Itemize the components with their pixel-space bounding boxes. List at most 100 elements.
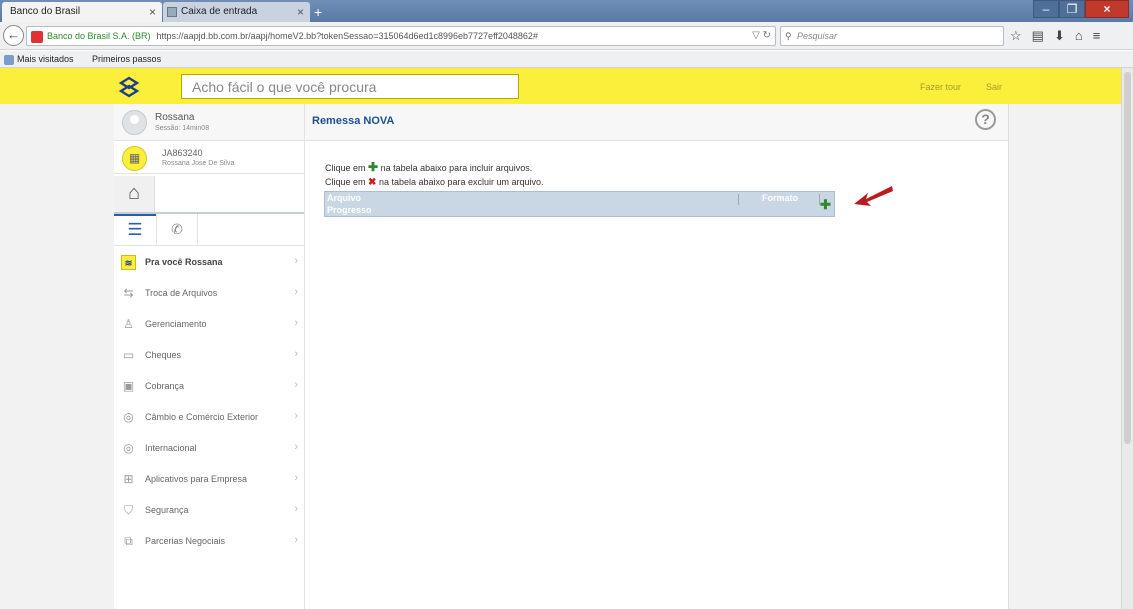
sidebar-item-label: Cheques bbox=[145, 350, 182, 360]
reload-icon[interactable]: ▽ ↻ bbox=[752, 27, 771, 45]
url-bar[interactable]: Banco do Brasil S.A. (BR) https://aapjd.b… bbox=[26, 26, 776, 46]
user-name: Rossana bbox=[155, 112, 195, 123]
annotation-arrow-icon bbox=[854, 186, 893, 206]
bookmark-star-icon[interactable]: ☆ bbox=[1010, 28, 1022, 44]
search-icon: ⚲ bbox=[785, 31, 792, 41]
home-row: ⌂ bbox=[114, 176, 304, 214]
sidebar-item-label: Aplicativos para Empresa bbox=[145, 474, 248, 484]
column-arquivo: Arquivo bbox=[327, 193, 362, 203]
reading-list-icon[interactable]: ▤ bbox=[1032, 28, 1044, 44]
sidebar-item-label: Câmbio e Comércio Exterior bbox=[145, 412, 259, 422]
cheque-icon: ▭ bbox=[122, 348, 135, 362]
sidebar-item-parcerias[interactable]: ⧉ Parcerias Negociais › bbox=[114, 526, 304, 557]
session-timer: Sessão: 14min08 bbox=[155, 125, 210, 132]
bookmarks-bar: Mais visitados Primeiros passos bbox=[0, 51, 1133, 129]
site-search-input[interactable]: Acho fácil o que você procura bbox=[181, 74, 519, 99]
bookmark-mais-visitados[interactable]: Mais visitados bbox=[4, 54, 82, 65]
window-close-icon[interactable]: × bbox=[1085, 0, 1129, 18]
sidebar-item-cobranca[interactable]: ▣ Cobrança › bbox=[114, 371, 304, 402]
billing-icon: ▣ bbox=[122, 379, 135, 393]
tab-menu[interactable]: ☰ bbox=[114, 214, 156, 246]
sidebar-item-label: Cobrança bbox=[145, 381, 185, 391]
globe-icon: ◎ bbox=[123, 441, 134, 455]
shield-icon: ⛉ bbox=[123, 503, 133, 517]
sidebar-item-troca-de-arquivos[interactable]: ⇆ Troca de Arquivos › bbox=[114, 278, 304, 309]
tab-label: Banco do Brasil bbox=[10, 6, 81, 17]
building-icon: ▦ bbox=[122, 146, 147, 171]
file-table-header: Arquivo Formato Progresso bbox=[324, 191, 835, 217]
instruction-prefix: Clique em bbox=[325, 163, 366, 173]
help-icon[interactable]: ? bbox=[975, 109, 996, 130]
sidebar-item-internacional[interactable]: ◎ Internacional › bbox=[114, 433, 304, 464]
tab-label: Caixa de entrada bbox=[181, 6, 258, 17]
home-button[interactable]: ⌂ bbox=[114, 176, 155, 212]
new-tab-button[interactable]: + bbox=[314, 4, 322, 20]
mail-favicon-icon bbox=[167, 7, 177, 17]
bookmark-primeiros-passos[interactable]: Primeiros passos bbox=[0, 54, 169, 129]
sidebar-item-gerenciamento[interactable]: ♙ Gerenciamento › bbox=[114, 309, 304, 340]
column-divider bbox=[738, 194, 739, 205]
tab-banco-do-brasil[interactable]: Banco do Brasil × bbox=[2, 2, 162, 22]
chevron-right-icon: › bbox=[294, 441, 298, 453]
close-tab-icon[interactable]: × bbox=[297, 5, 304, 19]
sidebar-item-label: Gerenciamento bbox=[145, 319, 207, 329]
url-text[interactable]: https://aapjd.bb.com.br/aapj/homeV2.bb?t… bbox=[157, 31, 538, 41]
main-header: Remessa NOVA ? bbox=[305, 104, 1008, 141]
sidebar-item-pra-voce[interactable]: ≋ Pra você Rossana › bbox=[114, 247, 304, 278]
chevron-right-icon: › bbox=[294, 255, 298, 267]
maximize-icon[interactable]: ❐ bbox=[1059, 0, 1085, 18]
sair-link[interactable]: Sair bbox=[986, 82, 1002, 92]
file-exchange-icon: ⇆ bbox=[123, 286, 134, 300]
chevron-right-icon: › bbox=[294, 317, 298, 329]
chevron-right-icon: › bbox=[294, 379, 298, 391]
browser-search-input[interactable]: ⚲ Pesquisar bbox=[780, 26, 1004, 46]
tab-caixa-de-entrada[interactable]: Caixa de entrada × bbox=[163, 2, 310, 22]
bb-logo-icon[interactable] bbox=[117, 75, 141, 99]
sidebar-item-cheques[interactable]: ▭ Cheques › bbox=[114, 340, 304, 371]
page-scrollbar[interactable] bbox=[1121, 68, 1133, 609]
sidebar-item-cambio[interactable]: ◎ Câmbio e Comércio Exterior › bbox=[114, 402, 304, 433]
folder-icon bbox=[4, 54, 14, 65]
site-identity[interactable]: Banco do Brasil S.A. (BR) bbox=[47, 31, 151, 41]
sidebar-tabs: ☰ ✆ bbox=[114, 214, 304, 246]
sidebar-item-aplicativos[interactable]: ⊞ Aplicativos para Empresa › bbox=[114, 464, 304, 495]
account-code: JA863240 bbox=[162, 148, 203, 158]
page-title: Remessa NOVA bbox=[312, 115, 395, 127]
home-icon[interactable]: ⌂ bbox=[1075, 28, 1083, 44]
user-info: Rossana Sessão: 14min08 bbox=[114, 104, 304, 141]
sidebar: Rossana Sessão: 14min08 ▦ JA863240 Rossa… bbox=[114, 104, 305, 609]
chevron-right-icon: › bbox=[294, 472, 298, 484]
column-progresso: Progresso bbox=[327, 205, 372, 215]
browser-nav-bar: ← Banco do Brasil S.A. (BR) https://aapjd… bbox=[0, 22, 1133, 50]
minimize-icon[interactable]: – bbox=[1033, 0, 1059, 18]
back-button[interactable]: ← bbox=[3, 25, 24, 46]
download-icon[interactable]: ⬇ bbox=[1054, 28, 1065, 44]
sidebar-item-label: Troca de Arquivos bbox=[145, 288, 218, 298]
sidebar-item-seguranca[interactable]: ⛉ Segurança › bbox=[114, 495, 304, 526]
chevron-right-icon: › bbox=[294, 348, 298, 360]
account-info[interactable]: ▦ JA863240 Rossana Jose De Silva bbox=[114, 142, 304, 174]
phone-icon: ✆ bbox=[171, 221, 183, 237]
add-file-plus-icon[interactable]: ✚ bbox=[820, 197, 831, 213]
account-holder: Rossana Jose De Silva bbox=[162, 160, 235, 167]
add-instruction: Clique em ✚ na tabela abaixo para inclui… bbox=[325, 160, 532, 174]
people-icon: ♙ bbox=[123, 317, 134, 331]
column-formato: Formato bbox=[762, 193, 798, 203]
chevron-right-icon: › bbox=[294, 534, 298, 546]
menu-icon[interactable]: ≡ bbox=[1093, 28, 1101, 44]
chevron-right-icon: › bbox=[294, 503, 298, 515]
fazer-tour-link[interactable]: Fazer tour bbox=[920, 82, 961, 92]
site-identity-icon[interactable] bbox=[31, 30, 43, 43]
browser-toolbar: ☆ ▤ ⬇ ⌂ ≡ bbox=[1010, 28, 1100, 44]
globe-icon: ◎ bbox=[123, 410, 134, 424]
chevron-right-icon: › bbox=[294, 410, 298, 422]
sidebar-item-label: Pra você Rossana bbox=[145, 257, 223, 267]
partners-icon: ⧉ bbox=[124, 534, 133, 548]
instruction-remove-text: na tabela abaixo para excluir um arquivo… bbox=[378, 177, 544, 187]
close-tab-icon[interactable]: × bbox=[149, 5, 156, 19]
chevron-right-icon: › bbox=[294, 286, 298, 298]
scrollbar-thumb[interactable] bbox=[1124, 72, 1131, 444]
avatar bbox=[122, 110, 147, 135]
sidebar-item-label: Segurança bbox=[145, 505, 189, 515]
tab-phone[interactable]: ✆ bbox=[156, 214, 198, 246]
